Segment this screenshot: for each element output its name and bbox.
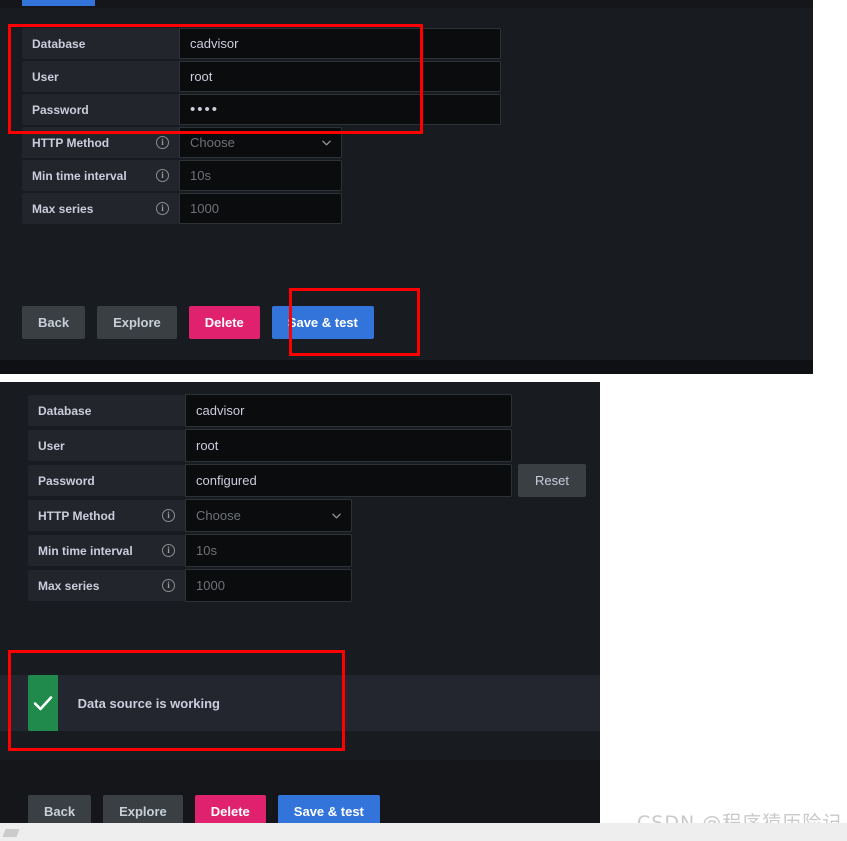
form-row-password: Password configured Reset [28,464,586,497]
label-text: User [32,69,59,84]
connection-form-top: Database cadvisor User root Password •••… [22,28,501,226]
label-text: Max series [32,201,94,216]
label-text: Password [38,473,95,488]
label-text: HTTP Method [38,508,116,523]
input-user-overflow[interactable] [421,61,501,92]
input-min-time-interval[interactable]: 10s [185,534,352,567]
label-text: Database [32,36,86,51]
info-icon[interactable]: i [156,136,169,149]
button-label: Reset [535,473,569,488]
input-password[interactable]: •••• [179,94,421,125]
form-row-max-series: Max series i 1000 [22,193,501,224]
button-label: Explore [119,804,167,819]
input-database[interactable]: cadvisor [185,394,512,427]
input-password-overflow[interactable] [421,94,501,125]
select-placeholder: Choose [196,508,241,523]
info-icon[interactable]: i [162,544,175,557]
form-row-http-method: HTTP Method i Choose [28,499,586,532]
input-password[interactable]: configured [185,464,512,497]
input-placeholder: 10s [190,168,211,183]
delete-button[interactable]: Delete [188,306,260,339]
field-label-min-time-interval: Min time interval i [22,160,179,191]
form-row-http-method: HTTP Method i Choose [22,127,501,158]
input-min-time-interval[interactable]: 10s [179,160,342,191]
info-icon[interactable]: i [162,579,175,592]
tab-bar [0,0,813,8]
field-label-user: User [22,61,179,92]
info-icon[interactable]: i [156,169,169,182]
panel-bottom-edge [0,360,813,374]
save-and-test-button[interactable]: Save & test [271,306,374,339]
form-row-user: User root [22,61,501,92]
explore-button[interactable]: Explore [97,306,177,339]
label-text: Max series [38,578,100,593]
input-placeholder: 10s [196,543,217,558]
field-label-database: Database [28,395,185,426]
form-row-min-time-interval: Min time interval i 10s [22,160,501,191]
form-row-max-series: Max series i 1000 [28,569,586,602]
input-database-overflow[interactable] [421,28,501,59]
button-label: Delete [204,315,244,330]
input-value: root [190,69,213,84]
form-row-database: Database cadvisor [28,394,586,427]
label-text: Min time interval [32,168,127,183]
input-value-masked: •••• [190,101,220,118]
check-icon [28,675,58,731]
info-icon[interactable]: i [156,202,169,215]
form-row-min-time-interval: Min time interval i 10s [28,534,586,567]
button-label: Save & test [293,804,364,819]
info-icon[interactable]: i [162,509,175,522]
datasource-status-alert: Data source is working [28,675,240,731]
input-placeholder: 1000 [190,201,219,216]
chevron-down-icon[interactable] [332,511,341,520]
label-text: User [38,438,65,453]
select-placeholder: Choose [190,135,235,150]
label-text: Min time interval [38,543,133,558]
input-user[interactable]: root [179,61,421,92]
select-http-method[interactable]: Choose [185,499,352,532]
input-value: configured [196,473,257,488]
field-label-user: User [28,430,185,461]
select-http-method[interactable]: Choose [179,127,342,158]
input-value: cadvisor [196,403,245,418]
reset-password-button[interactable]: Reset [518,464,586,497]
chevron-down-icon[interactable] [322,138,331,147]
input-value: root [196,438,219,453]
field-label-password: Password [22,94,179,125]
label-text: HTTP Method [32,135,110,150]
datasource-settings-panel-after: Database cadvisor User root Password con… [0,382,600,827]
input-user[interactable]: root [185,429,512,462]
input-placeholder: 1000 [196,578,225,593]
form-row-user: User root [28,429,586,462]
form-row-database: Database cadvisor [22,28,501,59]
back-button[interactable]: Back [22,306,86,339]
label-text: Database [38,403,92,418]
input-value: cadvisor [190,36,239,51]
button-label: Save & test [287,315,358,330]
form-row-password: Password •••• [22,94,501,125]
tab-settings-active-indicator[interactable] [22,0,95,6]
field-label-http-method: HTTP Method i [22,127,179,158]
label-text: Password [32,102,89,117]
input-database[interactable]: cadvisor [179,28,421,59]
alert-message: Data source is working [77,695,220,711]
field-label-database: Database [22,28,179,59]
bottom-scroll-strip[interactable] [0,823,847,841]
button-label: Back [44,804,76,819]
input-max-series[interactable]: 1000 [185,569,352,602]
connection-form-bottom: Database cadvisor User root Password con… [28,394,586,604]
field-label-max-series: Max series i [22,193,179,224]
button-label: Delete [210,804,250,819]
datasource-settings-panel-before: Database cadvisor User root Password •••… [0,0,813,374]
button-label: Back [38,315,70,330]
action-buttons-top: Back Explore Delete Save & test [22,306,374,339]
button-label: Explore [113,315,161,330]
field-label-max-series: Max series i [28,570,185,601]
field-label-http-method: HTTP Method i [28,500,185,531]
screenshot-root: Database cadvisor User root Password •••… [0,0,847,841]
field-label-password: Password [28,465,185,496]
scroll-handle[interactable] [2,829,20,837]
field-label-min-time-interval: Min time interval i [28,535,185,566]
input-max-series[interactable]: 1000 [179,193,342,224]
